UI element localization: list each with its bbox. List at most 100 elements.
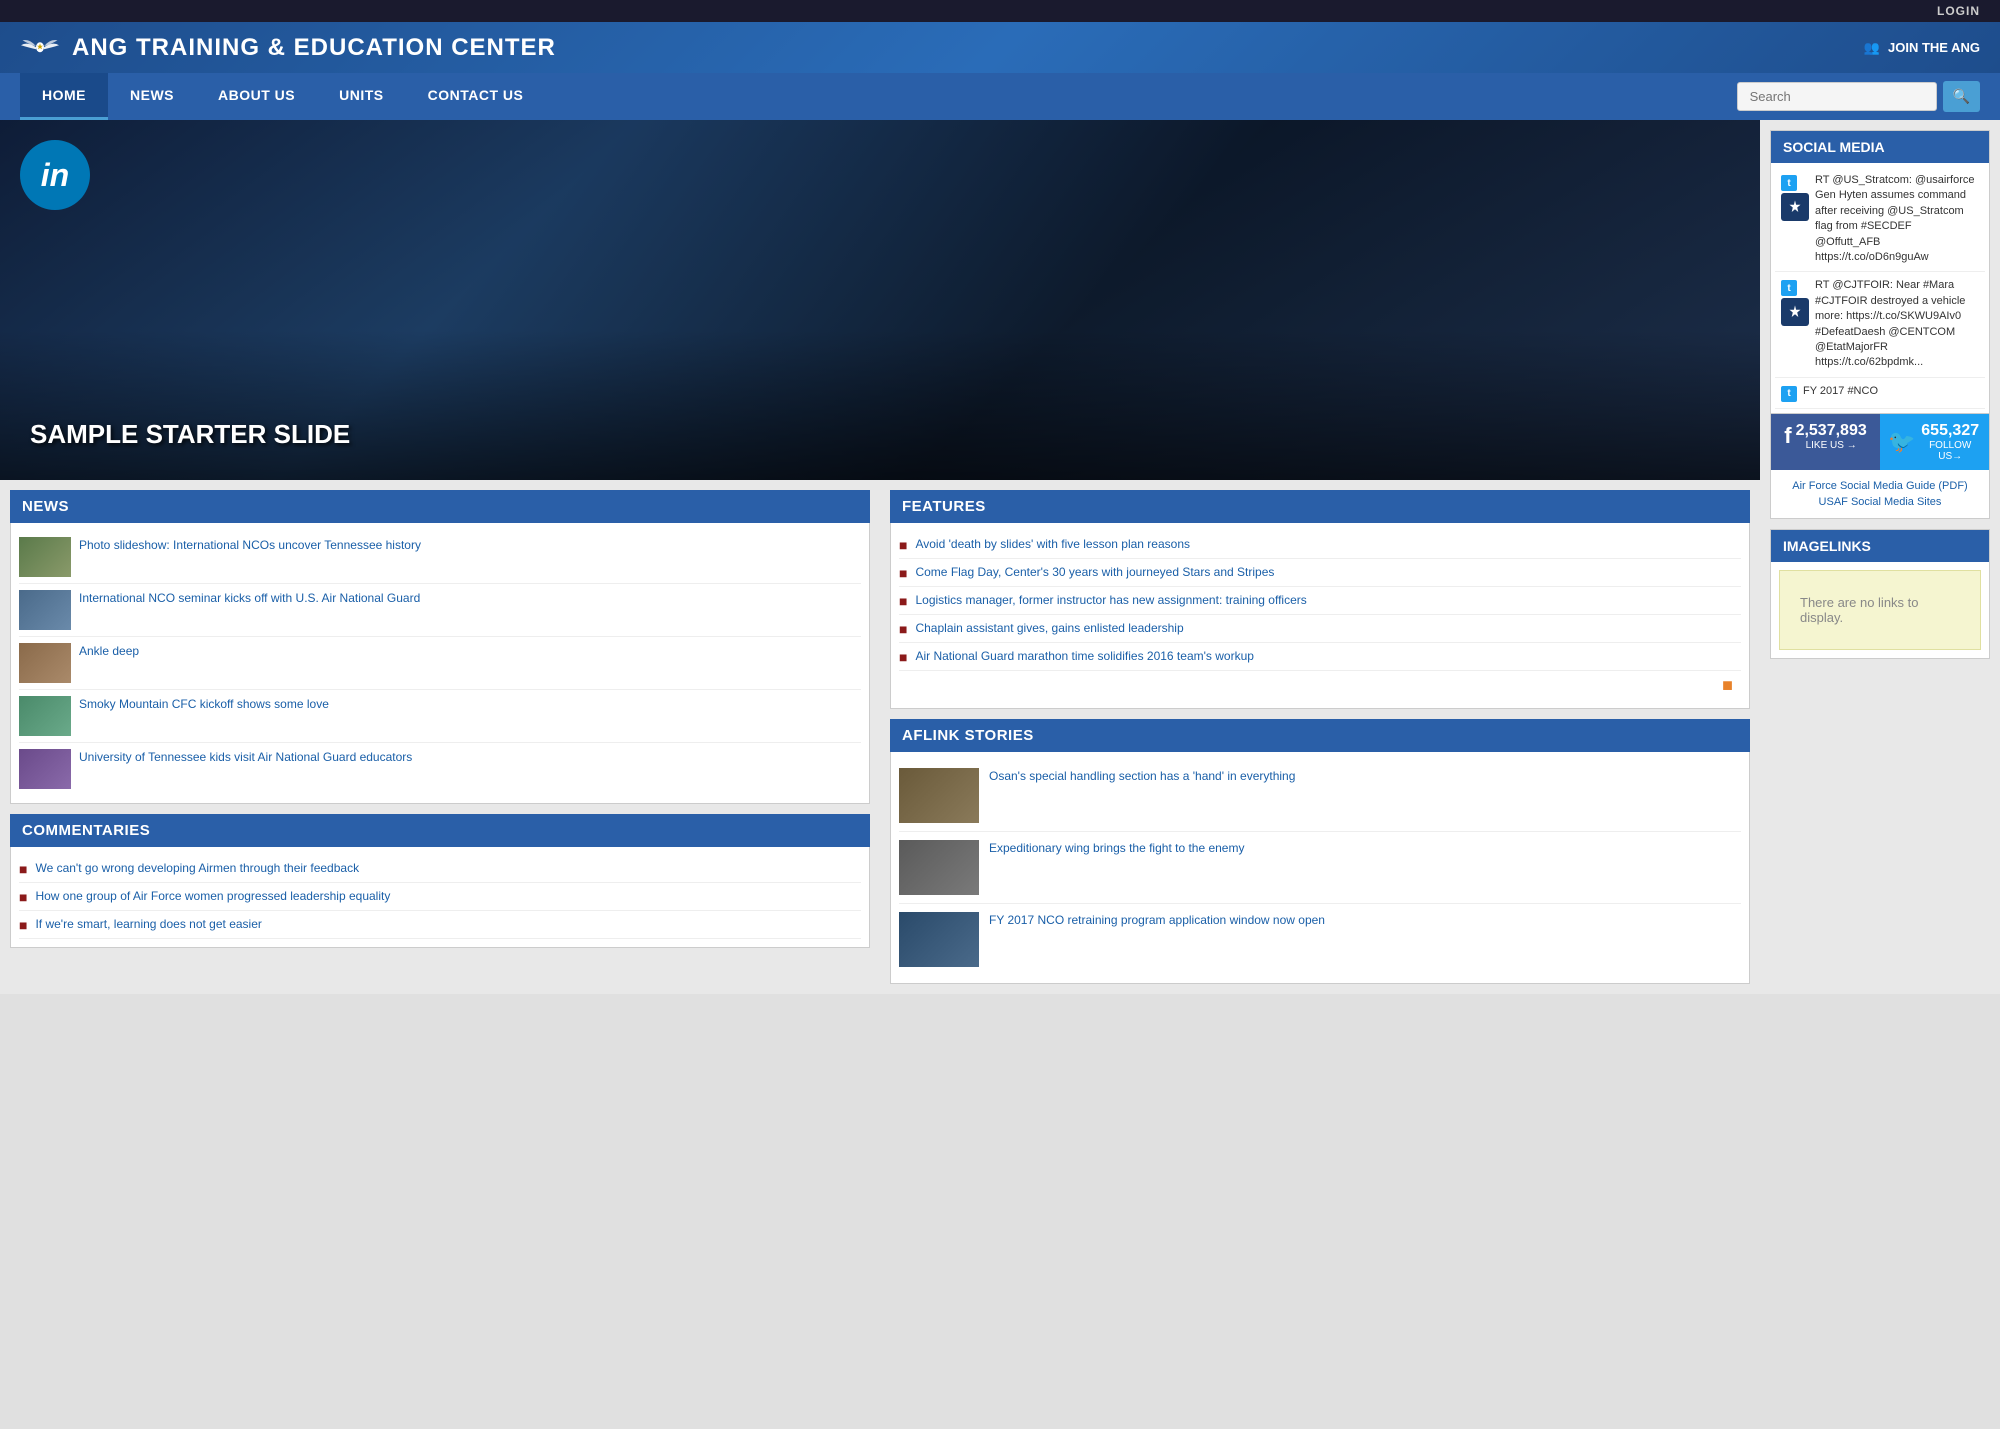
news-link[interactable]: University of Tennessee kids visit Air N… (79, 749, 412, 766)
aflink-link[interactable]: Expeditionary wing brings the fight to t… (989, 840, 1244, 857)
hero-silhouette (0, 330, 1760, 480)
sidebar: SOCIAL MEDIA t RT @US_Stratcom: @usairfo… (1760, 120, 2000, 994)
search-input[interactable] (1737, 82, 1937, 111)
news-link[interactable]: Photo slideshow: International NCOs unco… (79, 537, 421, 554)
bullet-icon: ■ (899, 537, 907, 553)
commentary-item: ■ We can't go wrong developing Airmen th… (19, 855, 861, 883)
tweet-item: t RT @US_Stratcom: @usairforce Gen Hyten… (1775, 167, 1985, 272)
news-thumbnail (19, 696, 71, 736)
header: ANG TRAINING & EDUCATION CENTER 👥 JOIN T… (0, 22, 2000, 73)
twitter-count-block[interactable]: 🐦 655,327 FOLLOW US→ (1880, 414, 1989, 470)
bullet-icon: ■ (899, 621, 907, 637)
tweet-item: t FY 2017 #NCO (1775, 378, 1985, 409)
main-nav: HOME NEWS ABOUT US UNITS CONTACT US 🔍 (0, 73, 2000, 120)
left-column: NEWS Photo slideshow: International NCOs… (0, 480, 880, 994)
linkedin-button[interactable]: in (20, 140, 90, 210)
nav-item-about[interactable]: ABOUT US (196, 73, 317, 120)
features-section-body: ■ Avoid 'death by slides' with five less… (890, 523, 1750, 709)
login-link[interactable]: LOGIN (1937, 4, 1980, 18)
news-thumbnail (19, 749, 71, 789)
af-emblem (1781, 298, 1809, 326)
commentaries-section-header: COMMENTARIES (10, 814, 870, 847)
af-social-media-guide-link[interactable]: Air Force Social Media Guide (PDF) (1779, 478, 1981, 494)
feature-item: ■ Come Flag Day, Center's 30 years with … (899, 559, 1741, 587)
join-ang-button[interactable]: 👥 JOIN THE ANG (1864, 40, 1980, 56)
hero-slideshow: in SAMPLE STARTER SLIDE (0, 120, 1760, 480)
af-emblem (1781, 193, 1809, 221)
news-link[interactable]: International NCO seminar kicks off with… (79, 590, 420, 607)
feature-item: ■ Chaplain assistant gives, gains enlist… (899, 615, 1741, 643)
nav-item-home[interactable]: HOME (20, 73, 108, 120)
content-area: in SAMPLE STARTER SLIDE NEWS Photo slide… (0, 120, 1760, 994)
news-thumbnail (19, 643, 71, 683)
news-item: Photo slideshow: International NCOs unco… (19, 531, 861, 584)
imagelinks-body: There are no links to display. (1779, 570, 1981, 650)
news-thumbnail (19, 590, 71, 630)
commentary-link[interactable]: We can't go wrong developing Airmen thro… (35, 860, 359, 877)
commentary-link[interactable]: If we're smart, learning does not get ea… (35, 916, 261, 933)
tweet-feed[interactable]: t RT @US_Stratcom: @usairforce Gen Hyten… (1771, 163, 1989, 413)
rss-icon[interactable]: ■ (899, 671, 1741, 700)
commentary-link[interactable]: How one group of Air Force women progres… (35, 888, 390, 905)
linkedin-icon: in (41, 157, 69, 194)
feature-link[interactable]: Avoid 'death by slides' with five lesson… (915, 536, 1190, 553)
top-bar: LOGIN (0, 0, 2000, 22)
nav-item-news[interactable]: NEWS (108, 73, 196, 120)
tweet-text: FY 2017 #NCO (1803, 384, 1878, 399)
feature-link[interactable]: Air National Guard marathon time solidif… (915, 648, 1253, 665)
social-media-header: SOCIAL MEDIA (1771, 131, 1989, 163)
twitter-follow-label: FOLLOW US→ (1919, 440, 1981, 462)
commentary-item: ■ If we're smart, learning does not get … (19, 911, 861, 939)
news-item: International NCO seminar kicks off with… (19, 584, 861, 637)
news-thumbnail (19, 537, 71, 577)
main-container: in SAMPLE STARTER SLIDE NEWS Photo slide… (0, 120, 2000, 994)
feature-link[interactable]: Chaplain assistant gives, gains enlisted… (915, 620, 1183, 637)
imagelinks-section: IMAGELINKS There are no links to display… (1770, 529, 1990, 659)
aflink-link[interactable]: Osan's special handling section has a 'h… (989, 768, 1295, 785)
usaf-social-media-sites-link[interactable]: USAF Social Media Sites (1779, 494, 1981, 510)
join-ang-label: JOIN THE ANG (1888, 40, 1980, 55)
bullet-icon: ■ (19, 861, 27, 877)
right-column: FEATURES ■ Avoid 'death by slides' with … (880, 480, 1760, 994)
search-area: 🔍 (1737, 81, 1980, 112)
news-link[interactable]: Ankle deep (79, 643, 139, 660)
content-columns: NEWS Photo slideshow: International NCOs… (0, 480, 1760, 994)
feature-link[interactable]: Logistics manager, former instructor has… (915, 592, 1306, 609)
facebook-count-block[interactable]: f 2,537,893 LIKE US → (1771, 414, 1880, 470)
aflink-section-header: AFLINK STORIES (890, 719, 1750, 752)
search-icon: 🔍 (1953, 88, 1970, 104)
feature-item: ■ Logistics manager, former instructor h… (899, 587, 1741, 615)
bullet-icon: ■ (19, 889, 27, 905)
commentaries-section-body: ■ We can't go wrong developing Airmen th… (10, 847, 870, 948)
aflink-thumbnail (899, 840, 979, 895)
facebook-count: 2,537,893 (1796, 422, 1867, 440)
bullet-icon: ■ (19, 917, 27, 933)
twitter-icon: t (1781, 280, 1797, 296)
bullet-icon: ■ (899, 593, 907, 609)
aflink-link[interactable]: FY 2017 NCO retraining program applicati… (989, 912, 1325, 929)
news-section-body: Photo slideshow: International NCOs unco… (10, 523, 870, 804)
news-link[interactable]: Smoky Mountain CFC kickoff shows some lo… (79, 696, 329, 713)
search-button[interactable]: 🔍 (1943, 81, 1980, 112)
site-title: ANG TRAINING & EDUCATION CENTER (72, 34, 556, 62)
slide-caption: SAMPLE STARTER SLIDE (30, 419, 350, 450)
aflink-thumbnail (899, 768, 979, 823)
news-item: Smoky Mountain CFC kickoff shows some lo… (19, 690, 861, 743)
tweet-item: t RT @CJTFOIR: Near #Mara #CJTFOIR destr… (1775, 272, 1985, 377)
facebook-like-label: LIKE US → (1796, 440, 1867, 451)
aflink-item: Expeditionary wing brings the fight to t… (899, 832, 1741, 904)
people-icon: 👥 (1864, 40, 1880, 56)
aflink-item: FY 2017 NCO retraining program applicati… (899, 904, 1741, 975)
bullet-icon: ■ (899, 565, 907, 581)
tweet-text: RT @CJTFOIR: Near #Mara #CJTFOIR destroy… (1815, 278, 1979, 370)
social-links: Air Force Social Media Guide (PDF) USAF … (1771, 470, 1989, 518)
aflink-section-body: Osan's special handling section has a 'h… (890, 752, 1750, 984)
nav-item-units[interactable]: UNITS (317, 73, 406, 120)
tweet-text: RT @US_Stratcom: @usairforce Gen Hyten a… (1815, 173, 1979, 265)
bullet-icon: ■ (899, 649, 907, 665)
feature-item: ■ Air National Guard marathon time solid… (899, 643, 1741, 671)
twitter-icon: t (1781, 175, 1797, 191)
feature-link[interactable]: Come Flag Day, Center's 30 years with jo… (915, 564, 1274, 581)
feature-item: ■ Avoid 'death by slides' with five less… (899, 531, 1741, 559)
nav-item-contact[interactable]: CONTACT US (406, 73, 546, 120)
